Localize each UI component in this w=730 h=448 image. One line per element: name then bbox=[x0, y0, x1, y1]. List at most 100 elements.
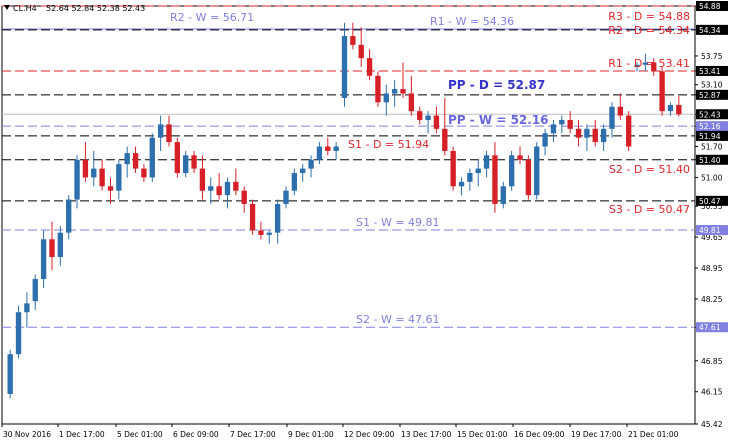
candle-body bbox=[483, 155, 490, 169]
candle-body bbox=[375, 75, 381, 103]
time-axis: 30 Nov 2016 1 Dec 17:00 5 Dec 01:00 6 Dec 0… bbox=[1, 424, 679, 439]
price-badge-label: 51.94 bbox=[699, 132, 721, 141]
candle-body bbox=[592, 128, 598, 143]
candle-body bbox=[74, 159, 80, 200]
chart-header: CL.H4 52.64 52.84 52.38 52.43 bbox=[4, 4, 145, 13]
candle-body bbox=[300, 168, 306, 174]
price-tick-label: 46.85 bbox=[701, 357, 723, 366]
candle-body bbox=[467, 173, 473, 182]
candle-body bbox=[216, 186, 222, 196]
time-tick-label: 19 Dec 17:00 bbox=[571, 430, 622, 439]
price-badge-label: 52.43 bbox=[699, 110, 721, 119]
price-tick-label: 51.00 bbox=[701, 173, 723, 182]
price-chart: R3 - D = 54.88 R2 - W = 56.71 R1 - W = 54.… bbox=[1, 1, 728, 439]
price-badge-label: 47.61 bbox=[699, 323, 721, 332]
pivot-label: S3 - D = 50.47 bbox=[609, 203, 690, 216]
candle-body bbox=[358, 44, 364, 59]
candle-body bbox=[116, 164, 122, 191]
time-tick-label: 6 Dec 09:00 bbox=[173, 430, 219, 439]
candle-body bbox=[7, 354, 13, 394]
candle-body bbox=[316, 146, 323, 160]
candle-body bbox=[191, 155, 197, 169]
price-badge-label: 49.81 bbox=[699, 226, 721, 235]
candle-body bbox=[40, 239, 47, 280]
pivot-label: R3 - D = 54.88 bbox=[608, 10, 690, 23]
candle-body bbox=[15, 312, 22, 355]
price-tick-label: 48.95 bbox=[701, 264, 723, 273]
candle-body bbox=[492, 155, 498, 204]
price-badge-label: 51.40 bbox=[699, 156, 721, 165]
candle-body bbox=[66, 199, 72, 233]
price-tick-label: 45.42 bbox=[701, 420, 723, 429]
price-tick-label: 53.75 bbox=[701, 52, 723, 61]
pivot-label: S1 - D = 51.94 bbox=[348, 138, 429, 151]
candle-body bbox=[450, 150, 456, 187]
candle-body bbox=[274, 203, 281, 233]
candle-body bbox=[208, 186, 214, 191]
candle-body bbox=[174, 142, 181, 174]
candle-body bbox=[166, 124, 172, 143]
pivot-label: S2 - W = 47.61 bbox=[356, 313, 440, 326]
price-badges: 54.88 54.34 53.41 52.87 52.43 52.1651.94 51.40… bbox=[696, 1, 728, 333]
candle-body bbox=[124, 153, 130, 165]
time-tick-label: 9 Dec 01:00 bbox=[288, 430, 334, 439]
pivot-label: S2 - D = 51.40 bbox=[609, 163, 690, 176]
candle-body bbox=[575, 128, 582, 138]
candle-body bbox=[91, 168, 97, 178]
candle-body bbox=[99, 168, 105, 187]
candle-body bbox=[667, 104, 674, 112]
candle-body bbox=[82, 159, 89, 178]
candle-body bbox=[333, 146, 339, 151]
pivot-label: PP - W = 52.16 bbox=[448, 113, 549, 127]
candle-body bbox=[32, 279, 38, 302]
candle-body bbox=[542, 133, 548, 147]
time-tick-label: 15 Dec 01:00 bbox=[457, 430, 508, 439]
candle-body bbox=[584, 128, 590, 138]
chart-window: R3 - D = 54.88 R2 - W = 56.71 R1 - W = 54.… bbox=[0, 0, 730, 444]
candle-body bbox=[149, 137, 155, 178]
candle-body bbox=[57, 232, 64, 257]
candle-body bbox=[258, 230, 264, 235]
pivot-labels: R3 - D = 54.88 R2 - W = 56.71 R1 - W = 54.… bbox=[170, 10, 690, 326]
candle-body bbox=[199, 168, 206, 191]
candle-body bbox=[400, 89, 406, 94]
price-badge-label: 52.87 bbox=[699, 91, 721, 100]
candle-body bbox=[433, 115, 440, 129]
ohlc-label: 52.64 52.84 52.38 52.43 bbox=[46, 4, 145, 13]
candle-body bbox=[325, 146, 331, 151]
candle-body bbox=[141, 168, 147, 178]
candle-body bbox=[291, 173, 298, 191]
candle-body bbox=[391, 89, 398, 94]
candle-body bbox=[567, 120, 573, 129]
candle-body bbox=[458, 181, 465, 187]
pivot-label: R1 - D = 53.41 bbox=[608, 57, 690, 70]
pivot-label: R2 - D = 54.34 bbox=[608, 24, 690, 37]
price-badge-label: 54.88 bbox=[699, 2, 721, 11]
time-tick-label: 12 Dec 09:00 bbox=[344, 430, 395, 439]
candle-body bbox=[534, 146, 540, 196]
candle-body bbox=[625, 115, 632, 147]
time-tick-label: 1 Dec 17:00 bbox=[59, 430, 105, 439]
candle-body bbox=[508, 155, 515, 187]
candle-body bbox=[600, 128, 607, 143]
candle-body bbox=[500, 186, 506, 204]
candle-body bbox=[417, 111, 423, 120]
price-badge-label: 54.34 bbox=[699, 26, 721, 35]
symbol-label: CL.H4 bbox=[13, 4, 37, 13]
candle-body bbox=[659, 71, 665, 112]
plot-frame bbox=[1, 5, 696, 425]
pivot-levels bbox=[2, 5, 695, 328]
candle-body bbox=[609, 106, 615, 129]
candle-body bbox=[132, 153, 139, 169]
time-tick-label: 7 Dec 17:00 bbox=[230, 430, 276, 439]
candle-body bbox=[366, 58, 373, 76]
candle-body bbox=[475, 168, 481, 174]
candle-body bbox=[341, 36, 348, 98]
candle-body bbox=[283, 190, 289, 204]
candle-body bbox=[559, 120, 565, 125]
price-badge-label: 53.41 bbox=[699, 67, 721, 76]
candles bbox=[7, 22, 682, 399]
price-badge-label: 52.16 bbox=[699, 122, 721, 131]
candle-body bbox=[425, 115, 431, 120]
candle-body bbox=[408, 93, 415, 112]
